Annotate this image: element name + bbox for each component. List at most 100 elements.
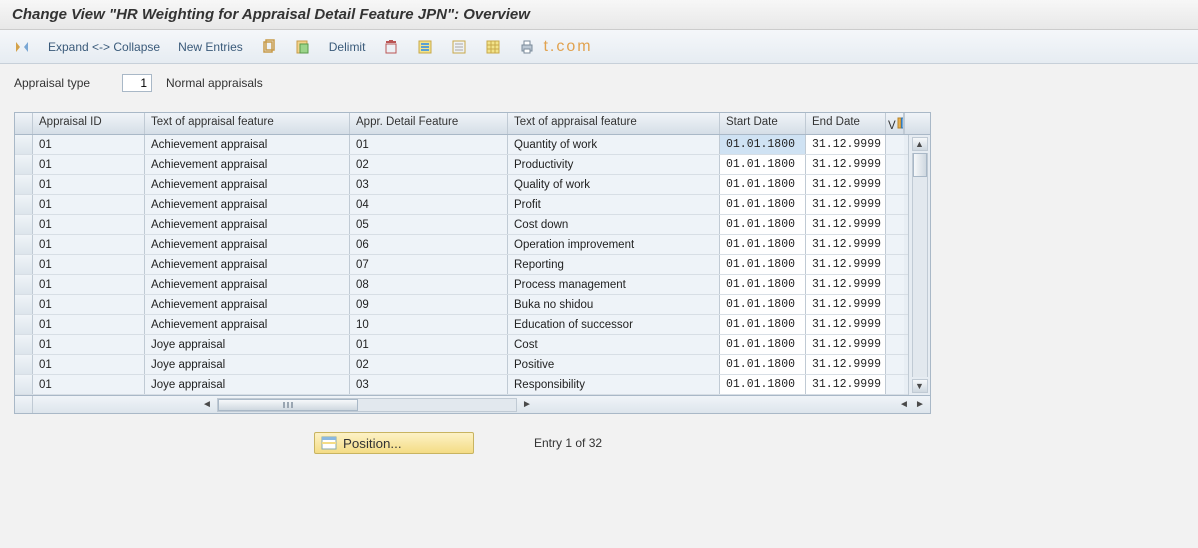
- cell-text2[interactable]: Cost down: [508, 215, 720, 234]
- scroll-right-end-arrow[interactable]: ►: [912, 398, 928, 412]
- cell-text1[interactable]: Achievement appraisal: [145, 175, 350, 194]
- cell-start-date[interactable]: 01.01.1800: [720, 215, 806, 234]
- cell-start-date[interactable]: 01.01.1800: [720, 315, 806, 334]
- cell-detail[interactable]: 09: [350, 295, 508, 314]
- cell-end-date[interactable]: 31.12.9999: [806, 135, 886, 154]
- delimit-button[interactable]: Delimit: [325, 36, 370, 58]
- cell-text1[interactable]: Achievement appraisal: [145, 275, 350, 294]
- hscroll-thumb[interactable]: [218, 399, 358, 411]
- cell-end-date[interactable]: 31.12.9999: [806, 175, 886, 194]
- cell-appraisal-id[interactable]: 01: [33, 155, 145, 174]
- cell-text2[interactable]: Quality of work: [508, 175, 720, 194]
- table-row[interactable]: 01Achievement appraisal03Quality of work…: [15, 175, 908, 195]
- cell-text2[interactable]: Profit: [508, 195, 720, 214]
- row-selector[interactable]: [15, 335, 33, 354]
- col-header-appraisal-id[interactable]: Appraisal ID: [33, 113, 145, 134]
- cell-text2[interactable]: Productivity: [508, 155, 720, 174]
- row-selector[interactable]: [15, 295, 33, 314]
- cell-text2[interactable]: Reporting: [508, 255, 720, 274]
- vscroll-thumb[interactable]: [913, 153, 927, 177]
- cell-appraisal-id[interactable]: 01: [33, 295, 145, 314]
- table-row[interactable]: 01Achievement appraisal05Cost down01.01.…: [15, 215, 908, 235]
- cell-appraisal-id[interactable]: 01: [33, 275, 145, 294]
- table-row[interactable]: 01Achievement appraisal01Quantity of wor…: [15, 135, 908, 155]
- scroll-left-arrow[interactable]: ◄: [199, 398, 215, 412]
- cell-start-date[interactable]: 01.01.1800: [720, 275, 806, 294]
- scroll-right-arrow[interactable]: ►: [519, 398, 535, 412]
- expand-collapse-button[interactable]: Expand <-> Collapse: [44, 36, 164, 58]
- table-row[interactable]: 01Achievement appraisal04Profit01.01.180…: [15, 195, 908, 215]
- cell-detail[interactable]: 10: [350, 315, 508, 334]
- col-header-detail[interactable]: Appr. Detail Feature: [350, 113, 508, 134]
- cell-appraisal-id[interactable]: 01: [33, 315, 145, 334]
- hscroll-track[interactable]: [217, 398, 517, 412]
- cell-start-date[interactable]: 01.01.1800: [720, 295, 806, 314]
- vertical-scrollbar[interactable]: ▲ ▼: [908, 135, 930, 395]
- position-button[interactable]: Position...: [314, 432, 474, 454]
- table-row[interactable]: 01Achievement appraisal06Operation impro…: [15, 235, 908, 255]
- cell-text1[interactable]: Achievement appraisal: [145, 255, 350, 274]
- row-selector[interactable]: [15, 195, 33, 214]
- cell-start-date[interactable]: 01.01.1800: [720, 335, 806, 354]
- cell-text2[interactable]: Buka no shidou: [508, 295, 720, 314]
- toggle-icon[interactable]: [10, 36, 34, 58]
- table-row[interactable]: 01Achievement appraisal09Buka no shidou0…: [15, 295, 908, 315]
- cell-text2[interactable]: Quantity of work: [508, 135, 720, 154]
- cell-end-date[interactable]: 31.12.9999: [806, 195, 886, 214]
- cell-detail[interactable]: 01: [350, 135, 508, 154]
- cell-start-date[interactable]: 01.01.1800: [720, 355, 806, 374]
- cell-detail[interactable]: 04: [350, 195, 508, 214]
- horizontal-scrollbar[interactable]: ◄ ► ◄ ►: [15, 395, 930, 413]
- table-row[interactable]: 01Achievement appraisal08Process managem…: [15, 275, 908, 295]
- col-header-end[interactable]: End Date: [806, 113, 886, 134]
- cell-end-date[interactable]: 31.12.9999: [806, 255, 886, 274]
- cell-end-date[interactable]: 31.12.9999: [806, 375, 886, 394]
- row-selector[interactable]: [15, 155, 33, 174]
- cell-appraisal-id[interactable]: 01: [33, 195, 145, 214]
- cell-appraisal-id[interactable]: 01: [33, 235, 145, 254]
- cell-appraisal-id[interactable]: 01: [33, 215, 145, 234]
- cell-end-date[interactable]: 31.12.9999: [806, 155, 886, 174]
- cell-end-date[interactable]: 31.12.9999: [806, 215, 886, 234]
- cell-appraisal-id[interactable]: 01: [33, 355, 145, 374]
- col-header-last[interactable]: V: [886, 113, 904, 134]
- cell-appraisal-id[interactable]: 01: [33, 375, 145, 394]
- cell-text2[interactable]: Operation improvement: [508, 235, 720, 254]
- cell-text1[interactable]: Joye appraisal: [145, 335, 350, 354]
- row-selector[interactable]: [15, 255, 33, 274]
- cell-end-date[interactable]: 31.12.9999: [806, 315, 886, 334]
- cell-start-date[interactable]: 01.01.1800: [720, 375, 806, 394]
- cell-text2[interactable]: Responsibility: [508, 375, 720, 394]
- cell-end-date[interactable]: 31.12.9999: [806, 295, 886, 314]
- delete-icon[interactable]: [379, 36, 403, 58]
- cell-appraisal-id[interactable]: 01: [33, 135, 145, 154]
- col-header-start[interactable]: Start Date: [720, 113, 806, 134]
- cell-detail[interactable]: 03: [350, 375, 508, 394]
- table-row[interactable]: 01Joye appraisal03Responsibility01.01.18…: [15, 375, 908, 395]
- cell-detail[interactable]: 02: [350, 355, 508, 374]
- cell-text1[interactable]: Joye appraisal: [145, 375, 350, 394]
- cell-text1[interactable]: Joye appraisal: [145, 355, 350, 374]
- cell-text1[interactable]: Achievement appraisal: [145, 155, 350, 174]
- cell-detail[interactable]: 07: [350, 255, 508, 274]
- table-row[interactable]: 01Achievement appraisal02Productivity01.…: [15, 155, 908, 175]
- cell-text2[interactable]: Positive: [508, 355, 720, 374]
- vscroll-track[interactable]: [912, 153, 928, 377]
- scroll-down-arrow[interactable]: ▼: [912, 379, 928, 393]
- cell-end-date[interactable]: 31.12.9999: [806, 235, 886, 254]
- row-selector-header[interactable]: [15, 113, 33, 134]
- cell-appraisal-id[interactable]: 01: [33, 255, 145, 274]
- column-config-icon[interactable]: [896, 116, 904, 130]
- cell-end-date[interactable]: 31.12.9999: [806, 335, 886, 354]
- cell-text1[interactable]: Achievement appraisal: [145, 235, 350, 254]
- cell-start-date[interactable]: 01.01.1800: [720, 255, 806, 274]
- table-row[interactable]: 01Achievement appraisal07Reporting01.01.…: [15, 255, 908, 275]
- cell-start-date[interactable]: 01.01.1800: [720, 195, 806, 214]
- cell-end-date[interactable]: 31.12.9999: [806, 275, 886, 294]
- cell-detail[interactable]: 08: [350, 275, 508, 294]
- cell-text1[interactable]: Achievement appraisal: [145, 195, 350, 214]
- cell-text2[interactable]: Cost: [508, 335, 720, 354]
- cell-detail[interactable]: 03: [350, 175, 508, 194]
- row-selector[interactable]: [15, 275, 33, 294]
- col-header-text2[interactable]: Text of appraisal feature: [508, 113, 720, 134]
